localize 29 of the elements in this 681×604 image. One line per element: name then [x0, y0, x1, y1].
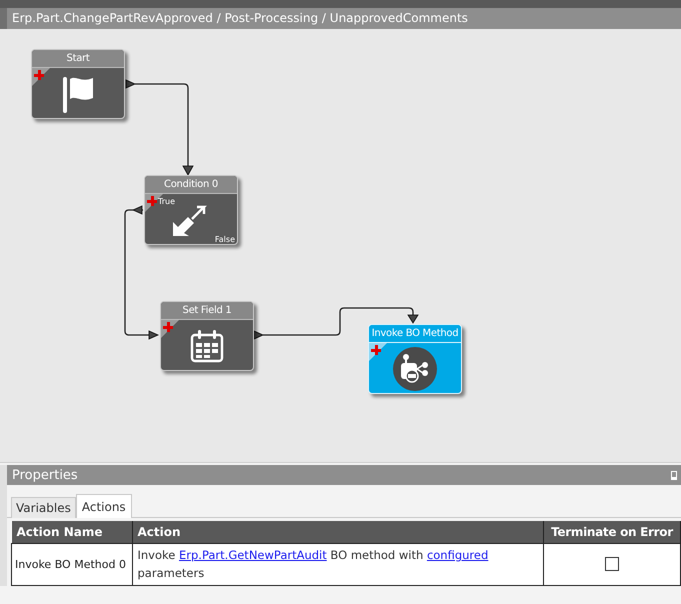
checkbox[interactable] — [605, 557, 619, 571]
column-header: Action Name — [12, 521, 132, 543]
link[interactable]: configured — [426, 548, 488, 562]
plus-icon[interactable] — [147, 196, 157, 206]
port-label: False — [214, 235, 235, 244]
workflow-node[interactable]: Condition 0 True False — [144, 175, 238, 245]
method-icon — [393, 346, 437, 390]
calendar-icon — [190, 328, 224, 362]
node-title: Set Field 1 — [161, 302, 253, 320]
node-title: Condition 0 — [145, 176, 237, 194]
editor-title: Erp.Part.ChangePartRevApproved / Post-Processing / UnapprovedComments — [7, 8, 681, 29]
flag-icon — [61, 74, 95, 112]
node-title: Start — [32, 50, 124, 68]
action-description: Invoke Erp.Part.GetNewPartAudit BO method with configured parameters — [138, 548, 488, 580]
tab[interactable]: Actions — [76, 494, 132, 518]
link[interactable]: Erp.Part.GetNewPartAudit — [179, 548, 327, 562]
column-header: Action — [132, 521, 544, 543]
node-title: Invoke BO Method — [369, 325, 461, 343]
workflow-node[interactable]: Start — [31, 49, 125, 119]
panel-title: Properties — [12, 468, 78, 482]
plus-icon[interactable] — [163, 322, 173, 332]
tab[interactable]: Variables — [11, 497, 76, 518]
pin-icon[interactable] — [671, 470, 677, 480]
workflow-node[interactable]: Set Field 1 — [160, 301, 254, 371]
table-cell: Invoke BO Method 0 — [12, 543, 132, 585]
column-header: Terminate on Error — [544, 521, 680, 543]
plus-icon[interactable] — [371, 345, 381, 355]
plus-icon[interactable] — [34, 70, 44, 80]
port-label: True — [158, 197, 175, 206]
